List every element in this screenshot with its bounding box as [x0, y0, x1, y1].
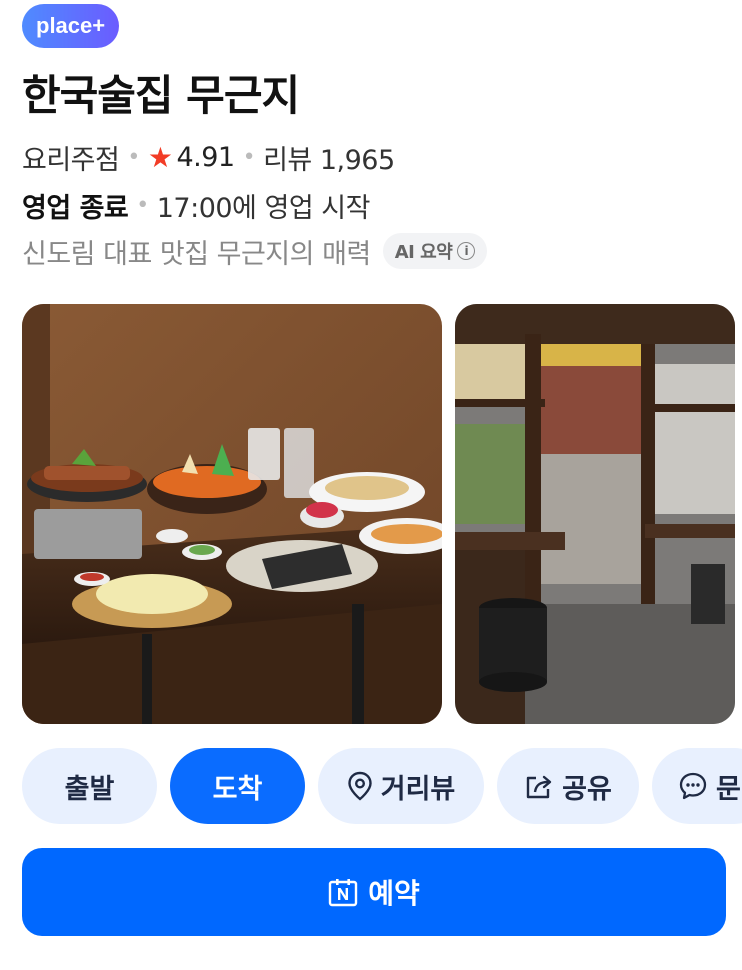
- interior-photo-image: [455, 304, 735, 724]
- separator-dot: •: [136, 192, 149, 218]
- naver-calendar-icon: [329, 879, 358, 907]
- inquiry-label: 문: [716, 773, 741, 805]
- reserve-label: 예약: [368, 877, 420, 910]
- meta-row: 요리주점 • ★ 4.91 • 리뷰 1,965: [22, 136, 395, 178]
- place-plus-badge[interactable]: place+: [22, 4, 120, 48]
- arrive-label: 도착: [212, 773, 263, 805]
- reserve-button[interactable]: 예약: [22, 848, 726, 936]
- food-photo[interactable]: [22, 304, 442, 724]
- depart-button[interactable]: 출발: [22, 748, 157, 824]
- chat-bubble-icon: [679, 772, 707, 800]
- rating-value: 4.91: [176, 141, 235, 173]
- info-icon[interactable]: i: [457, 242, 476, 260]
- separator-dot: •: [242, 144, 256, 170]
- star-icon: ★: [147, 140, 173, 174]
- hours-row[interactable]: 영업 종료 • 17:00에 영업 시작: [22, 184, 370, 226]
- share-button[interactable]: 공유: [497, 748, 639, 824]
- ai-summary-text: 신도림 대표 맛집 무근지의 매력: [22, 238, 371, 270]
- arrive-button[interactable]: 도착: [170, 748, 305, 824]
- food-photo-image: [22, 304, 442, 724]
- street-view-button[interactable]: 거리뷰: [318, 748, 484, 824]
- category-label: 요리주점: [22, 144, 120, 176]
- share-icon: [526, 775, 552, 799]
- summary-row: 신도림 대표 맛집 무근지의 매력 AI 요약 i: [22, 230, 488, 272]
- ai-summary-chip[interactable]: AI 요약 i: [382, 233, 488, 269]
- next-open-time: 17:00에 영업 시작: [156, 192, 371, 224]
- location-pin-icon: [348, 771, 372, 801]
- separator-dot: •: [127, 144, 140, 170]
- street-view-label: 거리뷰: [380, 773, 456, 805]
- business-status: 영업 종료: [22, 192, 129, 224]
- place-detail-page: place+ 한국술집 무근지 요리주점 • ★ 4.91 • 리뷰 1,965…: [0, 0, 742, 970]
- ai-summary-label: AI 요약: [394, 242, 453, 263]
- share-label: 공유: [562, 773, 612, 805]
- interior-photo[interactable]: [455, 304, 735, 724]
- inquiry-button[interactable]: 문: [652, 748, 742, 824]
- action-chips: 출발 도착 거리뷰 공유 문: [22, 748, 742, 824]
- place-title: 한국술집 무근지: [22, 71, 300, 120]
- review-count-link[interactable]: 리뷰 1,965: [263, 138, 395, 177]
- depart-label: 출발: [64, 773, 115, 805]
